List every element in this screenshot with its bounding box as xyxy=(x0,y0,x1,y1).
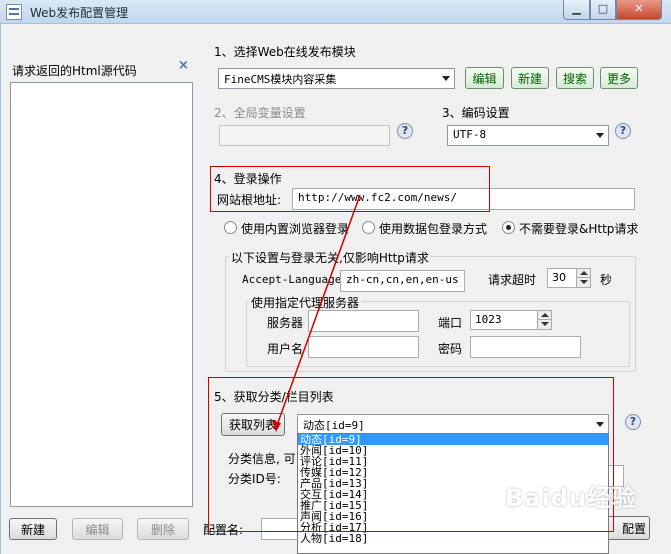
watermark: Baidu经验 xyxy=(505,484,637,512)
annotation-arrow xyxy=(272,194,361,432)
